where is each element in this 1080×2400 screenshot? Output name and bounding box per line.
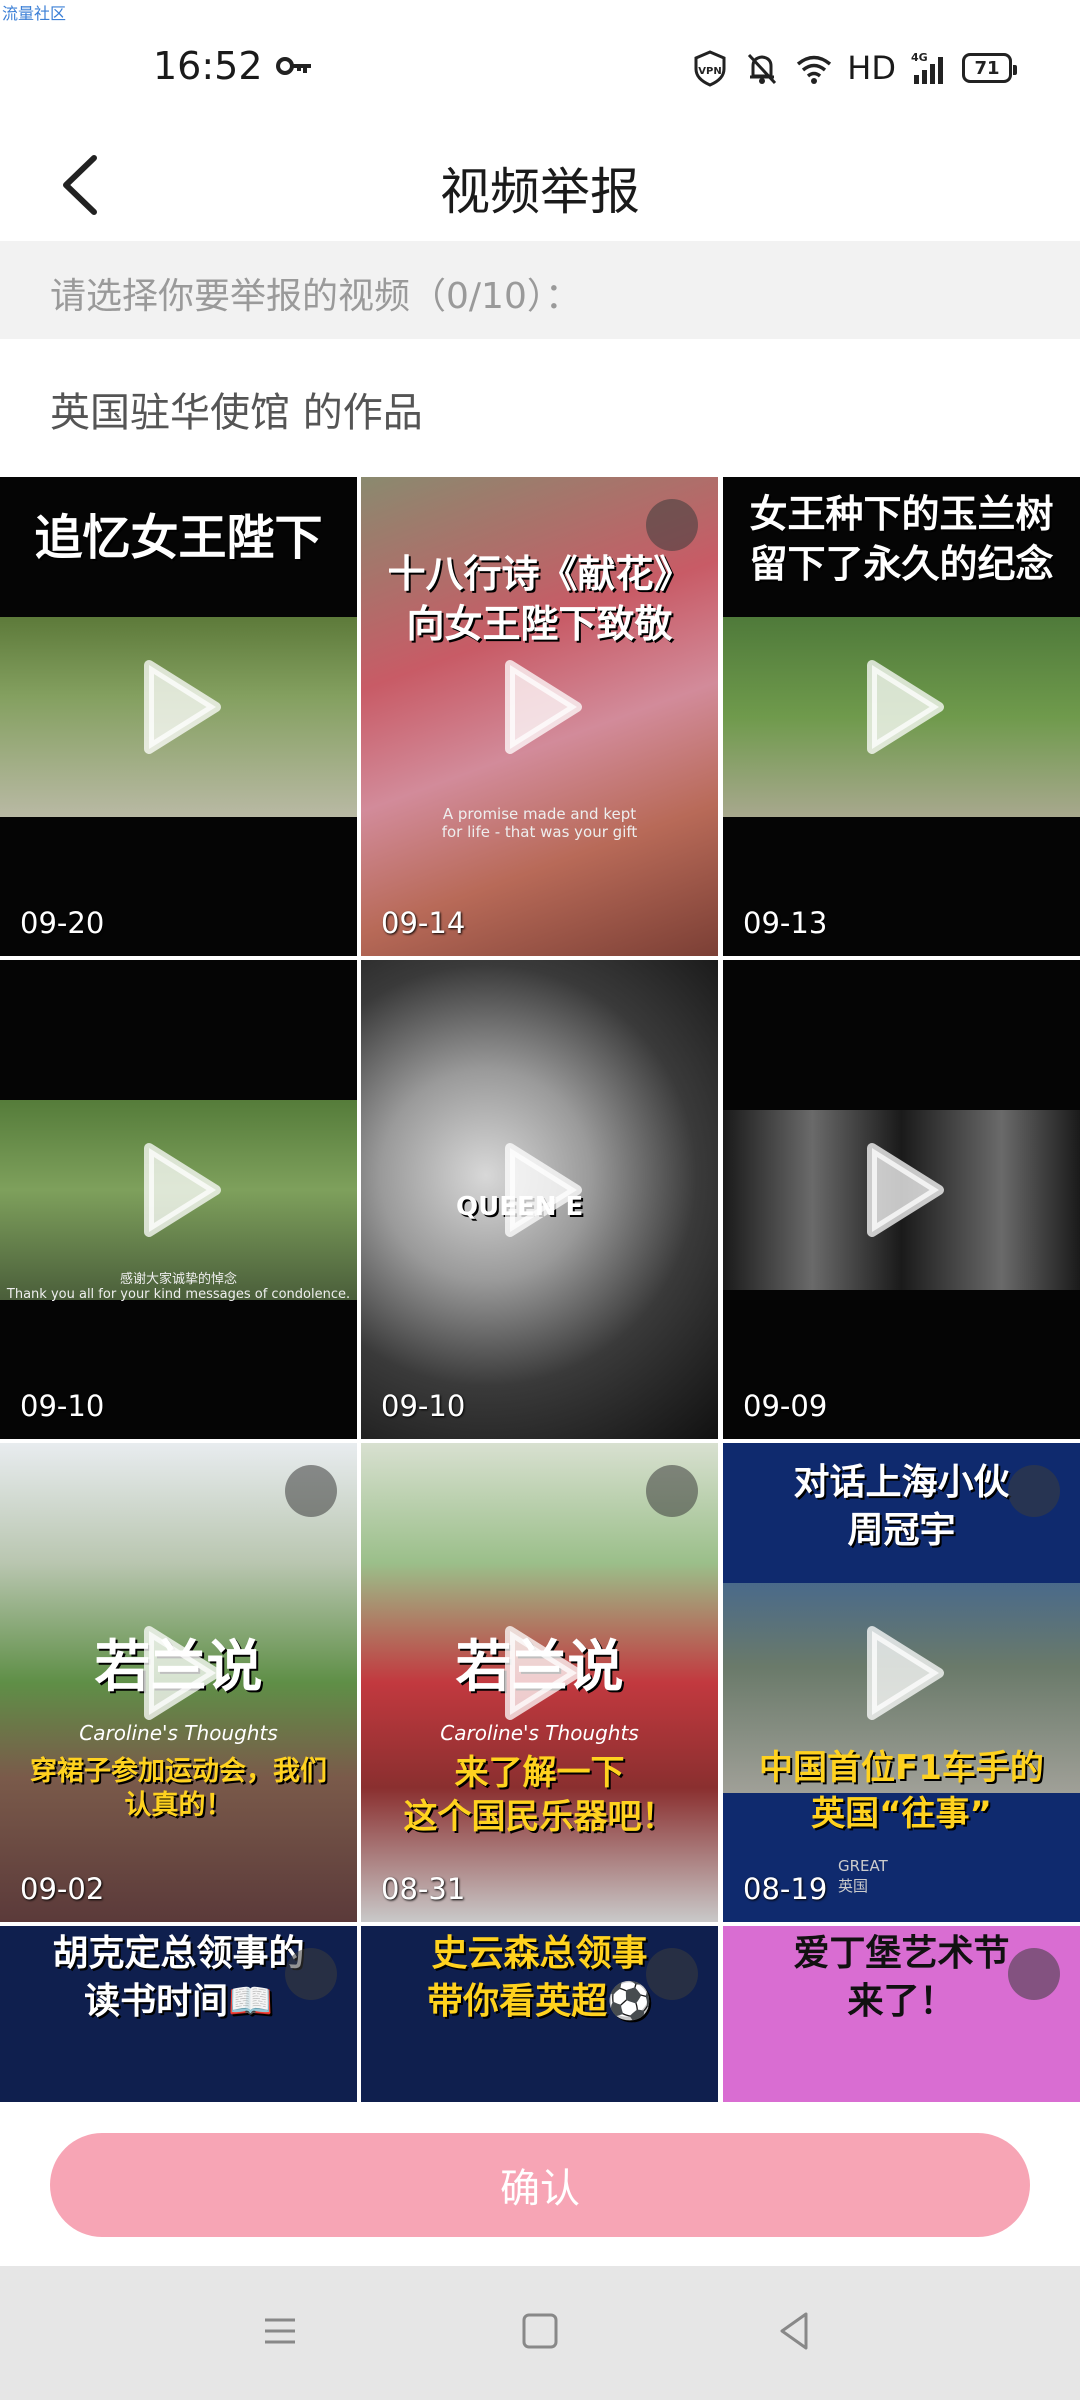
selection-hint: 请选择你要举报的视频（0/10）：	[0, 241, 1080, 339]
select-circle[interactable]	[646, 1948, 698, 2000]
play-icon	[143, 1625, 221, 1720]
select-circle[interactable]	[1008, 1948, 1060, 2000]
video-date: 09-09	[743, 1389, 828, 1423]
video-tile[interactable]: 若兰说 Caroline's Thoughts 穿裙子参加运动会，我们 认真的！…	[0, 1443, 357, 1922]
video-date: 09-10	[381, 1389, 466, 1423]
video-date: 09-20	[20, 906, 105, 940]
video-subtitle: Caroline's Thoughts	[440, 1721, 639, 1745]
network-type: HD	[847, 49, 896, 87]
home-icon[interactable]	[515, 2306, 565, 2356]
page-title: 视频举报	[440, 163, 640, 221]
video-tile[interactable]: QUEEN E 09-10	[361, 960, 718, 1439]
video-tile[interactable]: 对话上海小伙 周冠宇 中国首位F1车手的 英国“往事” GREAT 英国 08-…	[723, 1443, 1080, 1922]
owner-label: 英国驻华使馆 的作品	[50, 390, 423, 436]
video-tile[interactable]: 胡克定总领事的 读书时间📖	[0, 1926, 357, 2102]
bell-muted-icon	[748, 53, 777, 85]
play-icon	[504, 659, 582, 754]
select-circle[interactable]	[646, 499, 698, 551]
video-date: 08-31	[381, 1872, 466, 1906]
menu-icon[interactable]	[255, 2306, 305, 2356]
selection-hint-text: 请选择你要举报的视频（0/10）：	[50, 276, 581, 317]
video-caption: 十八行诗《献花》 向女王陛下致敬	[387, 552, 692, 646]
video-date: 08-19	[743, 1872, 828, 1906]
video-subtitle: 感谢大家诚挚的悼念 Thank you all for your kind me…	[6, 1272, 351, 1302]
video-caption: 女王种下的玉兰树 留下了永久的纪念	[749, 492, 1054, 586]
select-circle[interactable]	[646, 1465, 698, 1517]
video-tile[interactable]: 十八行诗《献花》 向女王陛下致敬 A promise made and kept…	[361, 477, 718, 956]
app-header: 视频举报	[0, 130, 1080, 240]
battery-level: 71	[974, 57, 1000, 79]
status-time: 16:52	[153, 44, 263, 88]
play-icon	[143, 659, 221, 754]
select-circle[interactable]	[285, 1465, 337, 1517]
battery-icon: 71	[962, 53, 1017, 83]
video-tile[interactable]: 感谢大家诚挚的悼念 Thank you all for your kind me…	[0, 960, 357, 1439]
video-tile[interactable]: 女王种下的玉兰树 留下了永久的纪念 09-13	[723, 477, 1080, 956]
vpn-icon: VPN	[694, 50, 726, 87]
video-date: 09-14	[381, 906, 466, 940]
play-icon	[504, 1625, 582, 1720]
system-nav-bar	[0, 2266, 1080, 2400]
video-tile[interactable]: 追忆女王陛下 09-20	[0, 477, 357, 956]
confirm-button[interactable]: 确认	[50, 2133, 1030, 2237]
select-circle[interactable]	[285, 1948, 337, 2000]
video-caption-secondary: 穿裙子参加运动会，我们 认真的！	[30, 1756, 327, 1821]
select-circle[interactable]	[1008, 1465, 1060, 1517]
video-caption: 追忆女王陛下	[34, 510, 323, 566]
key-icon	[276, 57, 311, 75]
play-icon	[866, 1142, 944, 1237]
status-icons: VPN HD 4G 71	[691, 46, 1017, 90]
wifi-icon	[797, 55, 832, 84]
video-caption-secondary: 来了解一下 这个国民乐器吧！	[403, 1753, 676, 1837]
video-date: 09-10	[20, 1389, 105, 1423]
video-tile[interactable]: 若兰说 Caroline's Thoughts 来了解一下 这个国民乐器吧！ 0…	[361, 1443, 718, 1922]
play-icon	[143, 1142, 221, 1237]
brand-logo: GREAT 英国	[838, 1857, 888, 1895]
video-subtitle: A promise made and kept for life - that …	[441, 805, 638, 841]
video-date: 09-13	[743, 906, 828, 940]
video-subtitle: Caroline's Thoughts	[79, 1721, 278, 1745]
video-caption-secondary: 中国首位F1车手的 英国“往事”	[759, 1748, 1044, 1834]
video-grid: 追忆女王陛下 09-20 十八行诗《献花》 向女王陛下致敬 A promise …	[0, 477, 1080, 2102]
video-tile[interactable]: 爱丁堡艺术节 来了！	[723, 1926, 1080, 2102]
signal-icon: 4G	[911, 51, 943, 84]
status-bar: 16:52 VPN HD 4G 71	[0, 0, 1080, 130]
video-tile[interactable]: 史云森总领事 带你看英超⚽	[361, 1926, 718, 2102]
svg-text:VPN: VPN	[699, 66, 722, 77]
svg-text:4G: 4G	[911, 51, 928, 64]
play-icon	[504, 1142, 582, 1237]
video-tile[interactable]: 09-09	[723, 960, 1080, 1439]
play-icon	[866, 659, 944, 754]
video-date: 09-02	[20, 1872, 105, 1906]
back-triangle-icon[interactable]	[770, 2306, 820, 2356]
play-icon	[866, 1625, 944, 1720]
